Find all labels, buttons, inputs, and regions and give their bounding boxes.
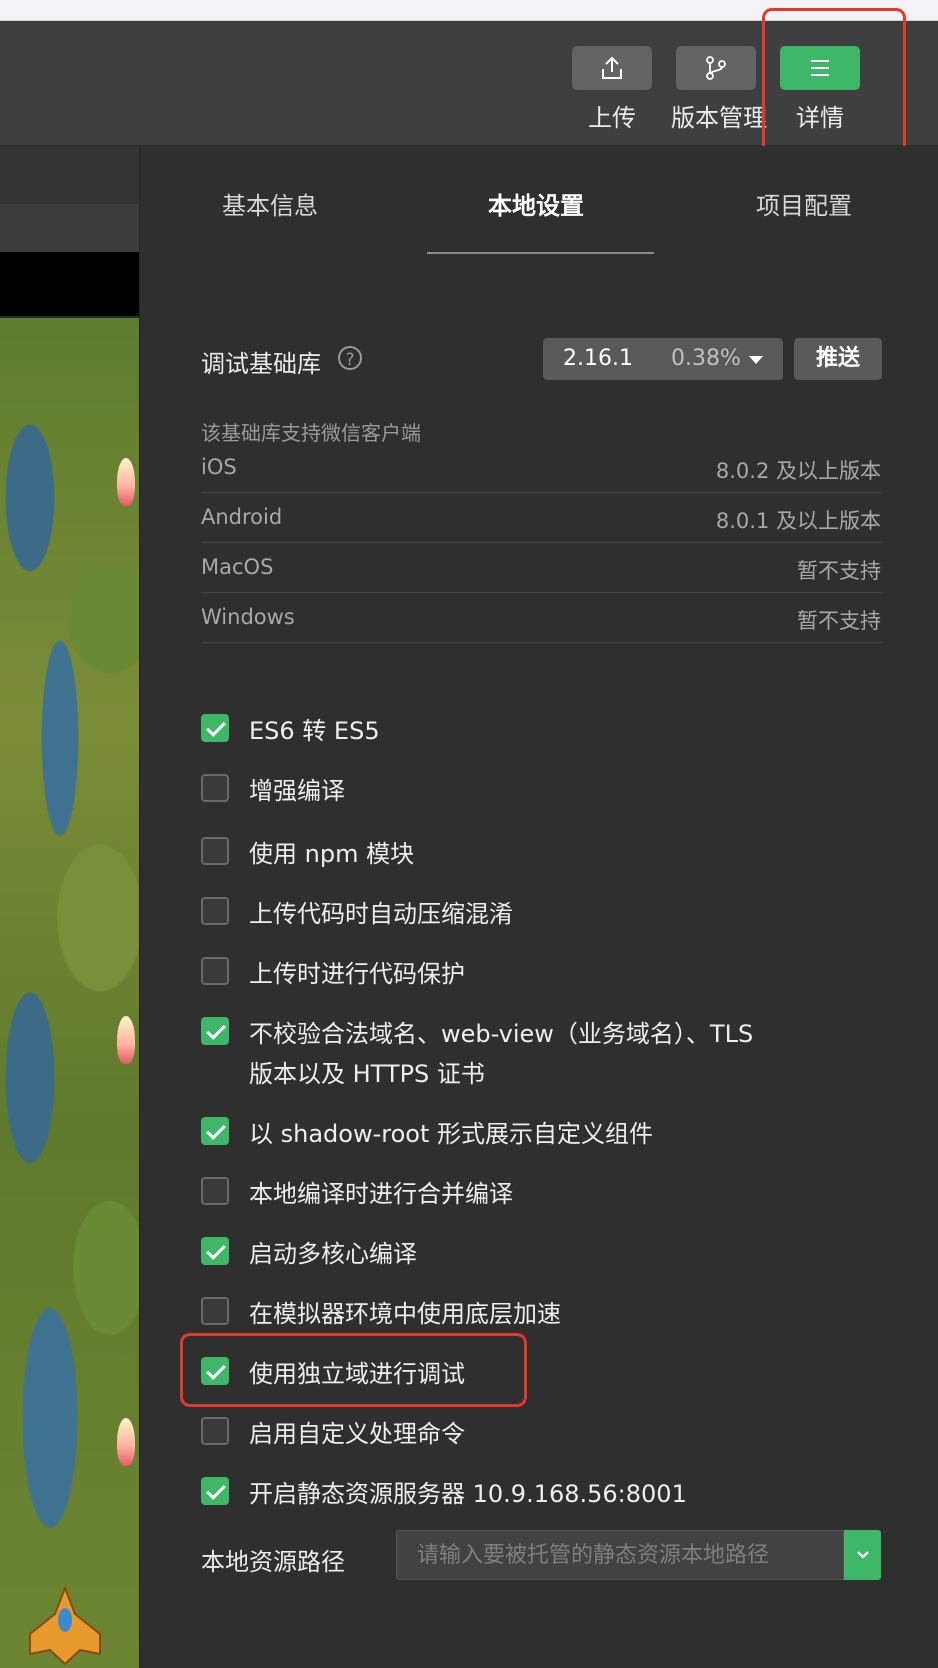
resource-path-input[interactable]	[396, 1530, 844, 1580]
support-row: Android 8.0.1 及以上版本	[201, 492, 881, 543]
branch-icon	[706, 56, 726, 80]
support-platform: Android	[201, 505, 283, 529]
support-row: Windows 暂不支持	[201, 592, 881, 643]
checkbox[interactable]	[201, 837, 229, 865]
simulator-tab-bar	[0, 204, 139, 252]
game-canvas[interactable]	[0, 318, 139, 1668]
flame-sprite	[117, 1418, 135, 1466]
simulator-nav-bar	[0, 146, 139, 204]
spaceship-sprite	[29, 1585, 101, 1666]
support-platform: Windows	[201, 605, 295, 629]
resource-path-row: 本地资源路径	[201, 1530, 881, 1580]
lib-version-value: 2.16.1	[563, 346, 633, 371]
help-icon[interactable]: ?	[338, 346, 362, 370]
checkbox[interactable]	[201, 774, 229, 802]
support-value: 8.0.1 及以上版本	[715, 509, 881, 533]
option-label: 启动多核心编译	[249, 1240, 417, 1268]
upload-button[interactable]	[572, 46, 652, 90]
option-label: 增强编译	[249, 777, 345, 805]
lib-version-select[interactable]: 2.16.1 0.38%	[543, 338, 783, 380]
checkbox[interactable]	[201, 897, 229, 925]
support-value: 暂不支持	[797, 559, 881, 583]
checkbox[interactable]	[201, 1477, 229, 1505]
resource-path-label: 本地资源路径	[201, 1548, 345, 1576]
details-panel: 基本信息 本地设置 项目配置 调试基础库 ? 2.16.1 0.38% 推送 该…	[139, 146, 938, 1668]
option-label: 启用自定义处理命令	[249, 1420, 465, 1448]
support-row: iOS 8.0.2 及以上版本	[201, 442, 881, 493]
tab-project-config[interactable]: 项目配置	[756, 186, 852, 221]
version-tool[interactable]: 版本管理	[671, 46, 767, 133]
support-platform: iOS	[201, 455, 237, 479]
resource-path-dropdown[interactable]	[844, 1530, 881, 1580]
upload-icon	[602, 56, 622, 79]
checkbox[interactable]	[201, 1417, 229, 1445]
checkbox[interactable]	[201, 714, 229, 742]
tab-local-settings[interactable]: 本地设置	[488, 186, 584, 221]
caret-down-icon	[749, 356, 763, 364]
checkbox[interactable]	[201, 1237, 229, 1265]
version-button[interactable]	[676, 46, 756, 90]
option-label: 使用 npm 模块	[249, 840, 415, 868]
option-label: 本地编译时进行合并编译	[249, 1180, 513, 1208]
flame-sprite	[117, 458, 135, 506]
tab-basic-info[interactable]: 基本信息	[222, 186, 318, 221]
flame-sprite	[117, 1016, 135, 1064]
lib-version-percent: 0.38%	[671, 346, 741, 371]
option-label: 上传时进行代码保护	[249, 960, 465, 988]
debug-lib-row: 调试基础库 ? 2.16.1 0.38% 推送	[201, 338, 882, 380]
support-value: 8.0.2 及以上版本	[715, 459, 881, 483]
support-platform: MacOS	[201, 555, 274, 579]
option-label: 上传代码时自动压缩混淆	[249, 900, 513, 928]
checkbox[interactable]	[201, 1017, 229, 1045]
option-label-line2: 版本以及 HTTPS 证书	[249, 1060, 485, 1088]
upload-label: 上传	[588, 104, 636, 132]
debug-lib-label: 调试基础库	[201, 350, 321, 378]
checkbox[interactable]	[201, 1177, 229, 1205]
simulator-preview[interactable]	[0, 146, 139, 1668]
option-label: 在模拟器环境中使用底层加速	[249, 1300, 561, 1328]
checkbox[interactable]	[201, 1297, 229, 1325]
checkbox[interactable]	[201, 957, 229, 985]
option-label: 开启静态资源服务器 10.9.168.56:8001	[249, 1480, 687, 1508]
option-label: 不校验合法域名、web-view（业务域名）、TLS	[249, 1020, 754, 1048]
chevron-down-icon	[856, 1551, 869, 1559]
push-button[interactable]: 推送	[794, 338, 882, 380]
active-tab-indicator	[427, 252, 654, 254]
option-label: ES6 转 ES5	[249, 717, 380, 745]
highlight-box-isolated-domain	[180, 1333, 527, 1407]
version-label: 版本管理	[671, 104, 767, 132]
support-value: 暂不支持	[797, 609, 881, 633]
checkbox[interactable]	[201, 1117, 229, 1145]
support-row: MacOS 暂不支持	[201, 542, 881, 593]
option-label: 以 shadow-root 形式展示自定义组件	[249, 1120, 654, 1148]
simulator-status-area	[0, 252, 139, 316]
upload-tool[interactable]: 上传	[567, 46, 657, 133]
